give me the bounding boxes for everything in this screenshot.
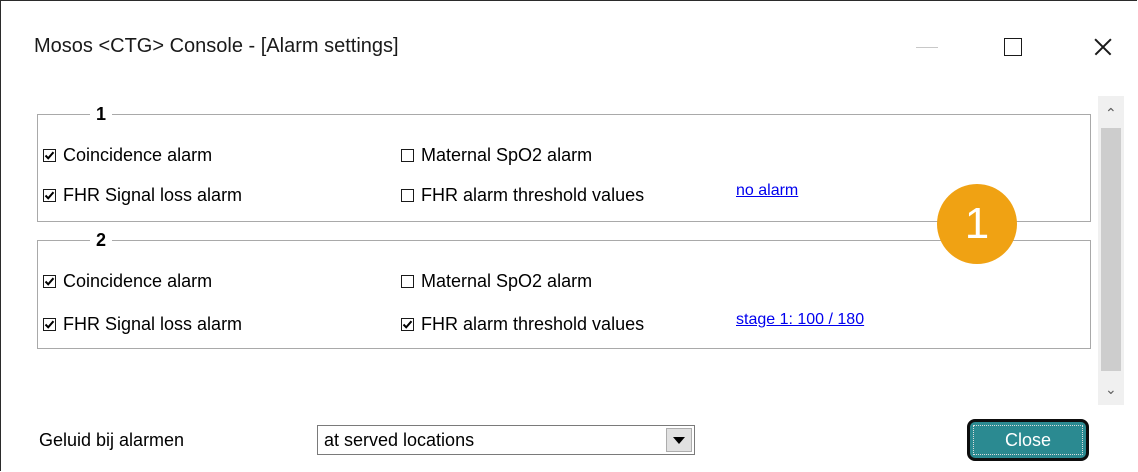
spo2-alarm-checkbox-1[interactable]: Maternal SpO2 alarm — [401, 145, 592, 166]
signal-loss-alarm-checkbox-1[interactable]: FHR Signal loss alarm — [43, 185, 242, 206]
minimize-button[interactable] — [897, 23, 957, 71]
checkbox-unchecked-icon — [401, 149, 414, 162]
spo2-alarm-checkbox-2[interactable]: Maternal SpO2 alarm — [401, 271, 592, 292]
minimize-icon — [916, 46, 938, 48]
dropdown-button[interactable] — [666, 428, 692, 452]
checkbox-checked-icon — [43, 189, 56, 202]
checkbox-label: FHR alarm threshold values — [421, 185, 645, 205]
signal-loss-alarm-checkbox-2[interactable]: FHR Signal loss alarm — [43, 314, 242, 335]
checkbox-checked-icon — [43, 149, 56, 162]
coincidence-alarm-checkbox-2[interactable]: Coincidence alarm — [43, 271, 212, 292]
checkbox-checked-icon — [401, 318, 414, 331]
chevron-down-icon — [673, 436, 685, 444]
checkbox-unchecked-icon — [401, 275, 414, 288]
sound-label: Geluid bij alarmen — [39, 430, 185, 450]
checkbox-checked-icon — [43, 275, 56, 288]
maximize-icon — [1004, 38, 1022, 56]
checkbox-label: FHR Signal loss alarm — [63, 185, 243, 205]
group-title: 2 — [90, 229, 113, 251]
close-icon — [1094, 38, 1112, 56]
checkbox-label: Maternal SpO2 alarm — [421, 271, 593, 291]
scroll-up-icon[interactable]: ⌃ — [1105, 105, 1117, 122]
checkbox-label: FHR Signal loss alarm — [63, 314, 243, 334]
maximize-button[interactable] — [983, 23, 1043, 71]
threshold-link-1[interactable]: no alarm — [736, 182, 798, 200]
coincidence-alarm-checkbox-1[interactable]: Coincidence alarm — [43, 145, 212, 166]
sound-select-value: at served locations — [324, 429, 475, 450]
close-button[interactable]: Close — [967, 419, 1089, 461]
dialog-window: Mosos <CTG> Console - [Alarm settings] 1… — [0, 0, 1137, 471]
close-button-label: Close — [973, 425, 1083, 455]
checkbox-checked-icon — [43, 318, 56, 331]
threshold-link-2[interactable]: stage 1: 100 / 180 — [736, 311, 864, 329]
checkbox-label: FHR alarm threshold values — [421, 314, 645, 334]
scrollbar-thumb[interactable] — [1101, 128, 1121, 371]
window-title: Mosos <CTG> Console - [Alarm settings] — [34, 35, 399, 57]
title-bar: Mosos <CTG> Console - [Alarm settings] — [1, 1, 1138, 91]
window-close-button[interactable] — [1073, 23, 1133, 71]
threshold-alarm-checkbox-1[interactable]: FHR alarm threshold values — [401, 185, 644, 206]
callout-badge: 1 — [937, 184, 1017, 264]
group-title: 1 — [90, 103, 113, 125]
checkbox-label: Coincidence alarm — [63, 271, 213, 291]
scroll-down-icon[interactable]: ⌄ — [1105, 381, 1117, 398]
checkbox-unchecked-icon — [401, 189, 414, 202]
sound-select[interactable]: at served locations — [317, 425, 695, 455]
checkbox-label: Coincidence alarm — [63, 145, 213, 165]
threshold-alarm-checkbox-2[interactable]: FHR alarm threshold values — [401, 314, 644, 335]
checkbox-label: Maternal SpO2 alarm — [421, 145, 593, 165]
